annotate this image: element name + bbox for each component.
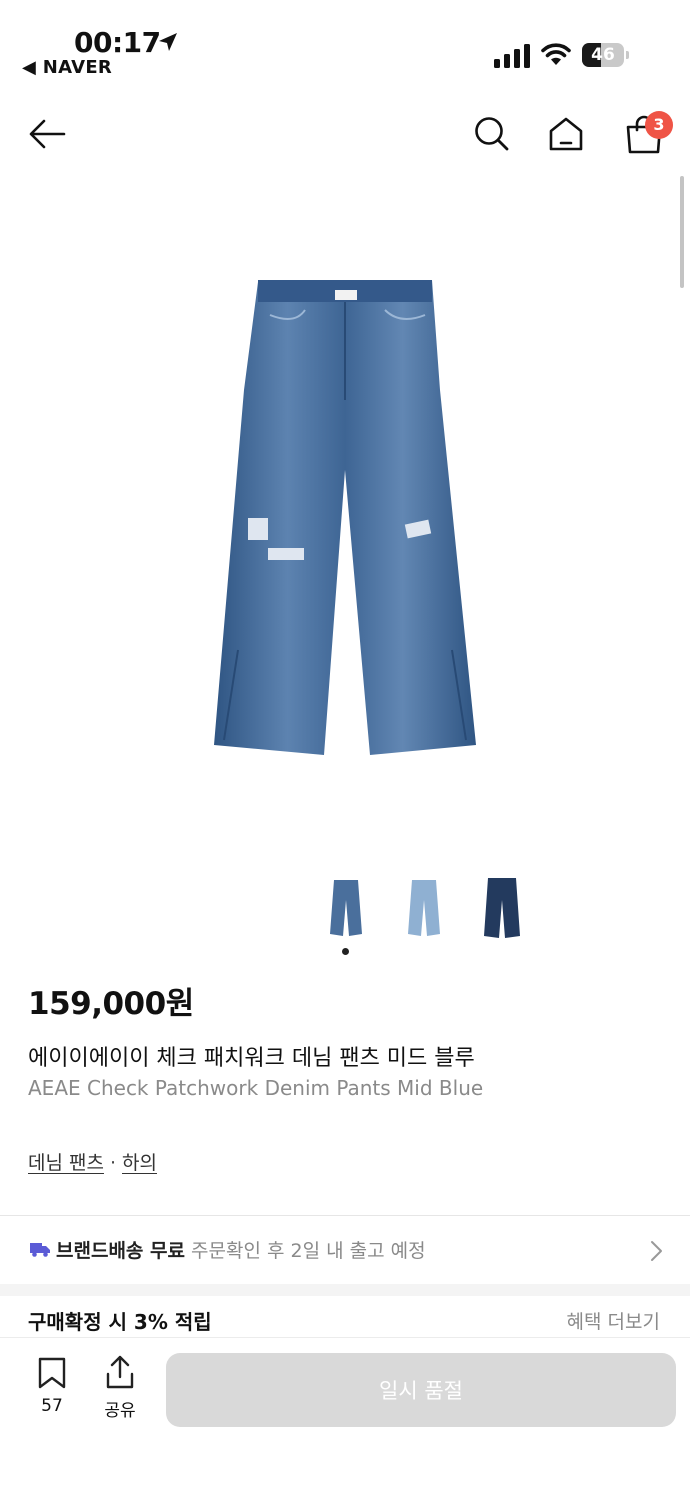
home-icon[interactable] [544, 112, 588, 156]
more-benefits-link[interactable]: 혜택 더보기 [567, 1307, 660, 1334]
back-arrow-icon[interactable] [26, 112, 70, 156]
cart-count-badge: 3 [645, 111, 673, 139]
product-image[interactable] [200, 270, 490, 770]
shipping-free-label: 브랜드배송 무료 [56, 1240, 185, 1262]
bookmark-icon [38, 1357, 66, 1389]
product-title-english: AEAE Check Patchwork Denim Pants Mid Blu… [28, 1076, 484, 1100]
thumbnail-dark-blue[interactable] [474, 874, 530, 942]
category-breadcrumb: 데님 팬츠 · 하의 [28, 1148, 157, 1175]
shipping-schedule: 주문확인 후 2일 내 출고 예정 [191, 1240, 426, 1262]
cellular-signal-icon [494, 44, 530, 68]
scroll-indicator [680, 176, 684, 288]
product-price: 159,000원 [28, 986, 194, 1022]
share-button[interactable]: 공유 [92, 1354, 148, 1421]
share-label: 공유 [104, 1401, 136, 1421]
location-arrow-icon [159, 33, 177, 51]
back-to-app-link[interactable]: ◀ NAVER [22, 57, 112, 78]
truck-icon [30, 1243, 50, 1257]
bookmark-button[interactable]: 57 [24, 1354, 80, 1420]
chevron-right-icon[interactable] [646, 1240, 666, 1262]
wifi-icon [541, 43, 571, 65]
search-icon[interactable] [470, 112, 514, 156]
battery-indicator: 46 [582, 43, 630, 69]
category-link-denim-pants[interactable]: 데님 팬츠 [28, 1152, 104, 1174]
bookmark-count: 57 [41, 1396, 63, 1416]
purchase-points-label: 구매확정 시 3% 적립 [28, 1310, 212, 1334]
thumbnail-mid-blue[interactable] [318, 874, 374, 942]
shipping-text: 브랜드배송 무료 주문확인 후 2일 내 출고 예정 [56, 1236, 426, 1263]
thumbnail-light-blue[interactable] [396, 874, 452, 942]
sold-out-button[interactable]: 일시 품절 [166, 1353, 676, 1427]
category-separator: · [109, 1152, 117, 1174]
status-time: 00:17 [74, 26, 161, 59]
battery-percent: 46 [591, 45, 615, 65]
active-image-indicator [342, 948, 349, 955]
product-title-korean: 에이이에이이 체크 패치워크 데님 팬츠 미드 블루 [28, 1046, 475, 1071]
section-spacer [0, 1284, 690, 1296]
category-link-bottoms[interactable]: 하의 [122, 1152, 157, 1174]
share-icon [106, 1355, 134, 1389]
